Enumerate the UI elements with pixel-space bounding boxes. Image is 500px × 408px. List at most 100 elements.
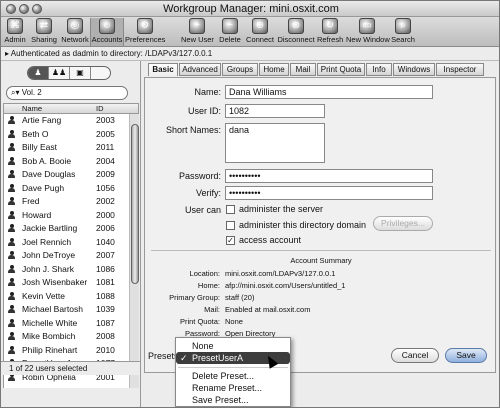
- users-tab-icon[interactable]: ♟: [28, 67, 49, 79]
- list-item[interactable]: John DeTroye 2007: [4, 249, 130, 261]
- list-item[interactable]: Beth O 2005: [4, 128, 130, 140]
- password-field[interactable]: ••••••••••: [225, 169, 433, 183]
- auth-status: ▸ Authenticated as dadmin to directory: …: [1, 47, 499, 61]
- user-icon: [8, 237, 15, 246]
- cancel-button[interactable]: Cancel: [391, 348, 439, 363]
- list-item[interactable]: Dave Pugh 1056: [4, 182, 130, 194]
- tab-mail[interactable]: Mail: [290, 63, 316, 76]
- scroll-thumb[interactable]: [131, 124, 139, 284]
- list-item[interactable]: Josh Wisenbaker 1081: [4, 276, 130, 288]
- summary-mail-value: Enabled at mail.osxit.com: [225, 305, 311, 314]
- summary-group-key: Primary Group:: [169, 293, 220, 302]
- save-button[interactable]: Save: [445, 348, 487, 363]
- userid-field[interactable]: 1082: [225, 104, 325, 118]
- refresh-button[interactable]: ↻ Refresh: [317, 18, 343, 46]
- name-column-header[interactable]: Name: [22, 104, 42, 114]
- user-id: 2004: [96, 155, 115, 166]
- user-icon: [8, 264, 15, 273]
- list-item[interactable]: Artie Fang 2003: [4, 114, 130, 126]
- list-item[interactable]: Dave Douglas 2009: [4, 168, 130, 180]
- user-icon: [8, 170, 15, 178]
- divider: [151, 250, 491, 251]
- checkmark-icon: ✓: [180, 353, 188, 363]
- user-icon: [8, 156, 15, 165]
- list-item[interactable]: Bob A. Booie 2004: [4, 155, 130, 167]
- user-name: Kevin Vette: [22, 290, 66, 301]
- title-bar[interactable]: Workgroup Manager: mini.osxit.com: [1, 1, 499, 17]
- save-preset[interactable]: Save Preset...: [176, 394, 290, 406]
- connect-button[interactable]: ⊕ Connect: [245, 18, 275, 46]
- tab-print-quota[interactable]: Print Quota: [317, 63, 365, 76]
- search-field[interactable]: ⌕▾ Vol. 2: [6, 86, 128, 100]
- groups-tab-icon[interactable]: ♟♟: [49, 67, 70, 79]
- preset-user-a-label: PresetUserA: [192, 353, 244, 363]
- accounts-button[interactable]: ☺ Accounts: [90, 18, 124, 46]
- list-item[interactable]: John J. Shark 1086: [4, 263, 130, 275]
- summary-location-key: Location:: [189, 269, 220, 278]
- summary-home-key: Home:: [197, 281, 220, 290]
- toolbar: ⌘ Admin ⇄ Sharing ◎ Network ☺ Accounts ⚙ Pref…: [1, 17, 499, 47]
- user-name: Philip Rinehart: [22, 344, 78, 355]
- tab-inspector[interactable]: Inspector: [436, 63, 484, 76]
- disconnect-icon: ⊗: [288, 18, 304, 34]
- admin-domain-label: administer this directory domain: [239, 220, 367, 230]
- user-name: Dave Douglas: [22, 169, 76, 179]
- privileges-button[interactable]: Privileges...: [373, 216, 433, 231]
- user-id: 1087: [96, 317, 115, 328]
- new-window-label: New Window: [346, 35, 390, 44]
- list-item[interactable]: Howard 2000: [4, 209, 130, 221]
- preset-none[interactable]: None: [176, 340, 290, 352]
- summary-group-value: staff (20): [225, 293, 255, 302]
- computer-groups-tab-icon[interactable]: ◎: [28, 79, 49, 80]
- tab-home[interactable]: Home: [259, 63, 289, 76]
- verify-field[interactable]: ••••••••••: [225, 186, 433, 200]
- tab-info[interactable]: Info: [366, 63, 392, 76]
- user-id: 2008: [96, 331, 115, 341]
- list-item[interactable]: Mike Bombich 2008: [4, 330, 130, 342]
- list-item[interactable]: Fred 2002: [4, 195, 130, 207]
- sharing-icon: ⇄: [36, 18, 52, 34]
- list-item[interactable]: Joel Rennich 1040: [4, 236, 130, 248]
- tab-groups[interactable]: Groups: [222, 63, 258, 76]
- preferences-icon: ⚙: [137, 18, 153, 34]
- user-icon: [8, 332, 15, 340]
- preferences-button[interactable]: ⚙ Preferences: [125, 18, 165, 46]
- sharing-button[interactable]: ⇄ Sharing: [29, 18, 59, 46]
- delete-preset[interactable]: Delete Preset...: [176, 370, 290, 382]
- disconnect-button[interactable]: ⊗ Disconnect: [277, 18, 315, 46]
- access-account-checkbox[interactable]: ✓: [226, 236, 235, 245]
- list-item[interactable]: Kevin Vette 1088: [4, 290, 130, 302]
- user-name: Michelle White: [22, 317, 78, 328]
- admin-button[interactable]: ⌘ Admin: [3, 18, 27, 46]
- list-item[interactable]: Michael Bartosh 1039: [4, 303, 130, 315]
- admin-domain-checkbox[interactable]: [226, 221, 235, 230]
- network-button[interactable]: ◎ Network: [61, 18, 89, 46]
- user-id: 1086: [96, 263, 115, 274]
- name-field[interactable]: Dana Williams: [225, 85, 433, 99]
- tab-windows[interactable]: Windows: [393, 63, 435, 76]
- list-item[interactable]: Philip Rinehart 2010: [4, 344, 130, 356]
- rename-preset[interactable]: Rename Preset...: [176, 382, 290, 394]
- user-name: Billy East: [22, 142, 57, 152]
- user-icon: [8, 345, 15, 354]
- computers-tab-icon[interactable]: ▣: [70, 67, 91, 79]
- short-names-field[interactable]: dana: [225, 123, 325, 163]
- user-id: 1088: [96, 290, 115, 301]
- id-column-header[interactable]: ID: [96, 104, 104, 114]
- tab-basic[interactable]: Basic: [148, 63, 178, 76]
- user-id: 1039: [96, 304, 115, 314]
- tab-bar: Basic Advanced Groups Home Mail Print Qu…: [148, 63, 488, 77]
- delete-button[interactable]: − Delete: [217, 18, 243, 46]
- new-window-button[interactable]: ▭ New Window: [346, 18, 390, 46]
- tab-advanced[interactable]: Advanced: [179, 63, 221, 76]
- search-button[interactable]: ⌕ Search: [390, 18, 416, 46]
- admin-server-checkbox[interactable]: [226, 205, 235, 214]
- user-icon: [8, 278, 15, 286]
- list-item[interactable]: Michelle White 1087: [4, 317, 130, 329]
- user-name: Bob A. Booie: [22, 155, 72, 166]
- list-item[interactable]: Billy East 2011: [4, 141, 130, 153]
- user-name: Mike Bombich: [22, 331, 76, 341]
- new-user-button[interactable]: + New User: [181, 18, 214, 46]
- user-list-scrollbar[interactable]: [129, 114, 139, 388]
- list-item[interactable]: Jackie Bartling 2006: [4, 222, 130, 234]
